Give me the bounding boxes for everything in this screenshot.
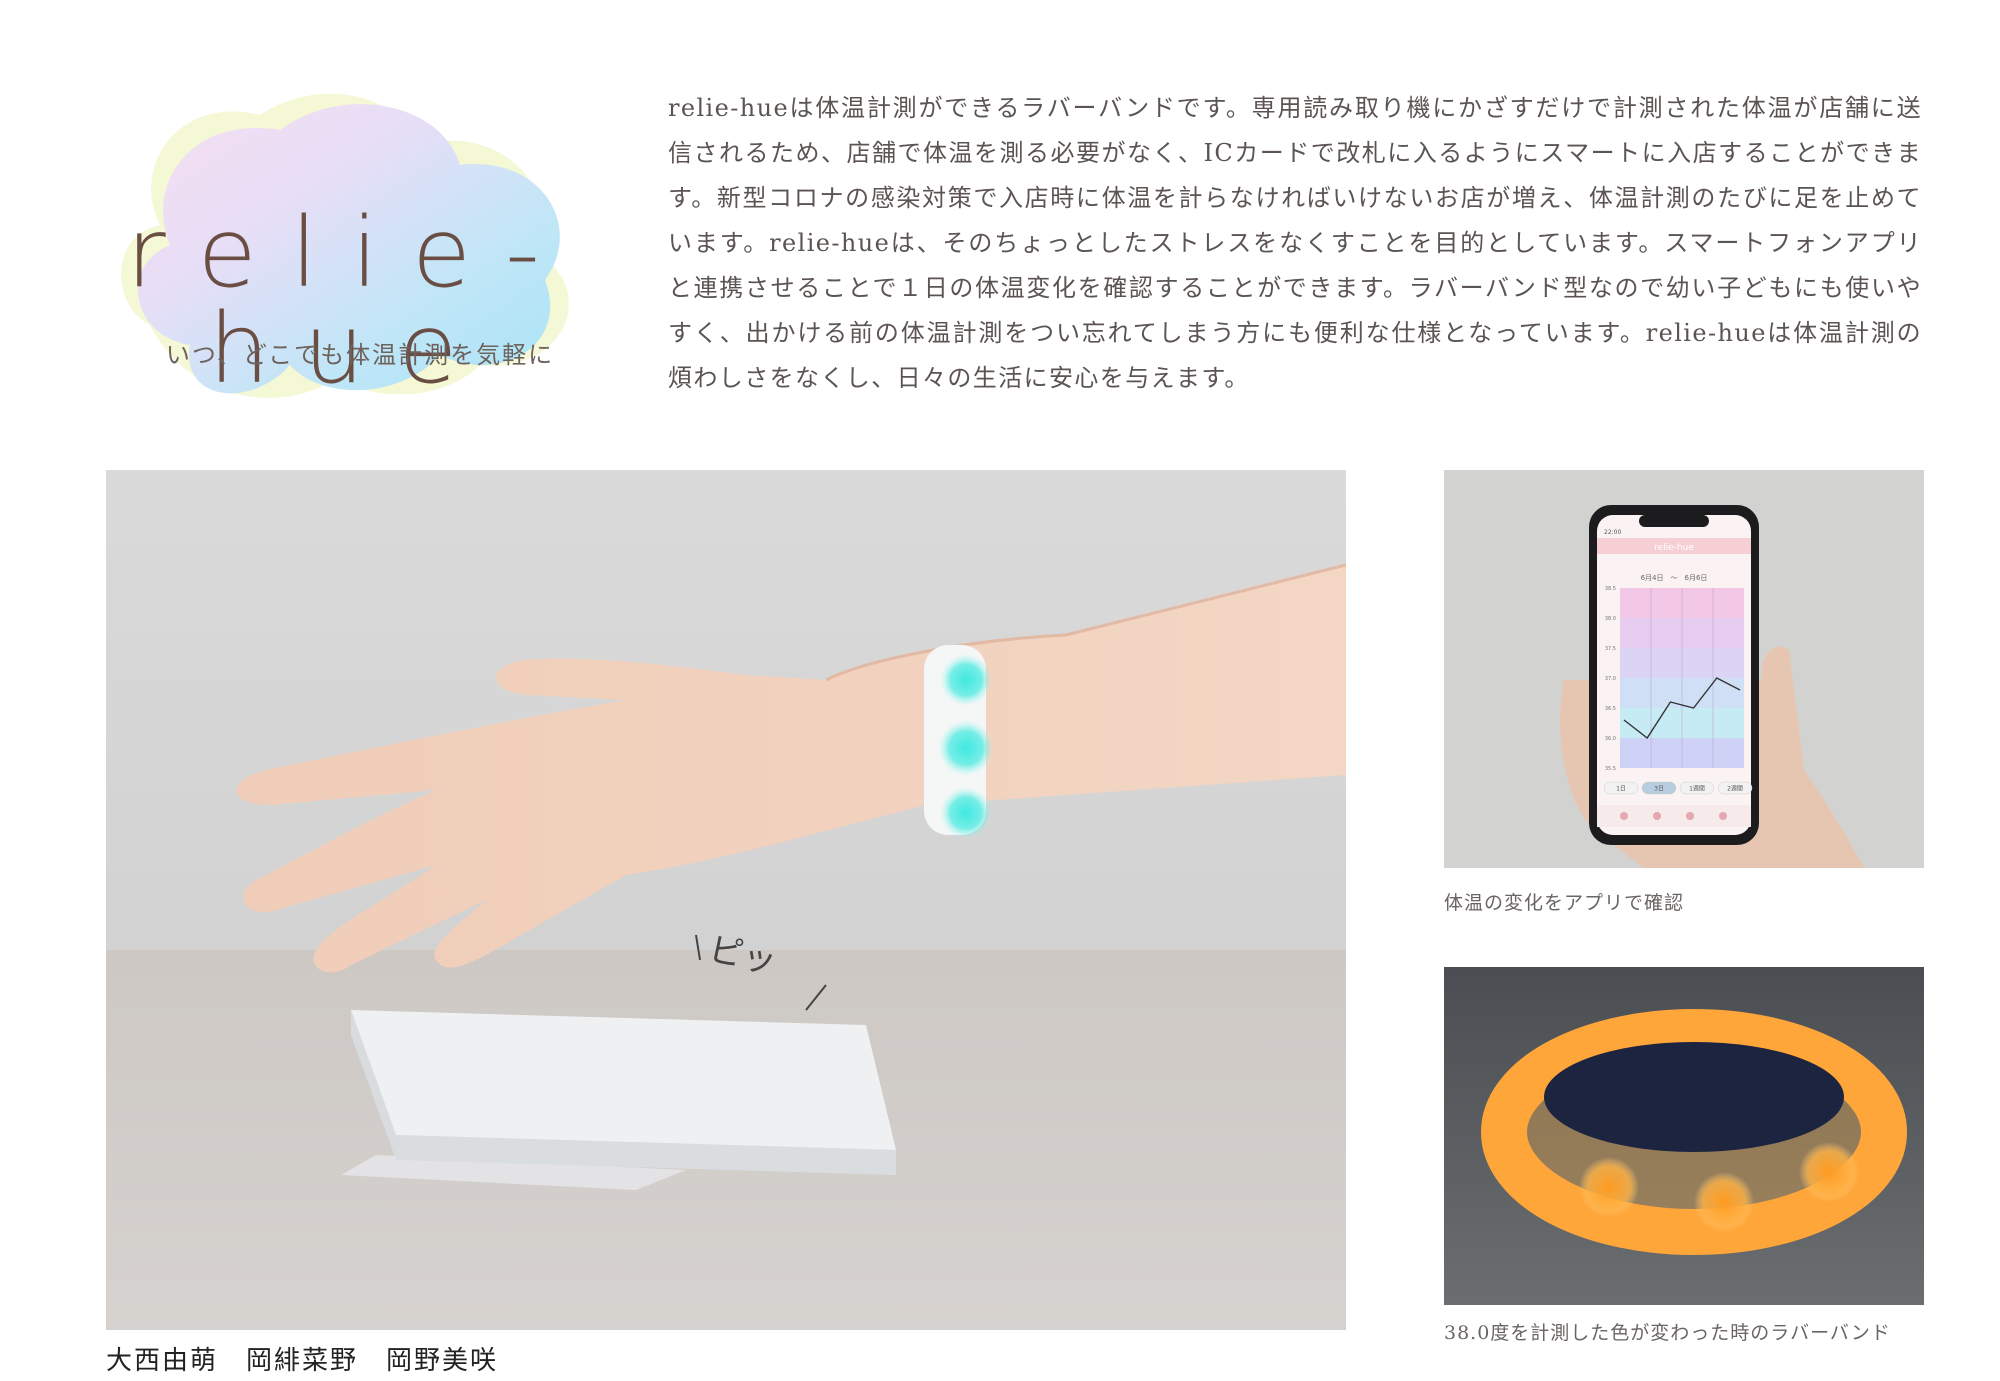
band-led: [1799, 1142, 1859, 1202]
chart-y-label: 37.0: [1605, 676, 1616, 682]
range-button-label: 2週間: [1727, 785, 1743, 793]
band-led: [940, 787, 992, 839]
brand-logo: relie-hue いつ、どこでも体温計測を気軽に: [40, 55, 640, 435]
band-photo-caption: 38.0度を計測した色が変わった時のラバーバンド: [1444, 1322, 1891, 1344]
product-description: relie-hueは体温計測ができるラバーバンドです。専用読み取り機にかざすだけ…: [668, 94, 1922, 392]
band-photo: [1444, 967, 1924, 1305]
range-button-label: 1週間: [1689, 785, 1705, 793]
band-led: [1694, 1172, 1754, 1232]
chart-icon: [1653, 812, 1661, 820]
band-led: [938, 720, 994, 776]
hand-scan-illustration: ピッ: [106, 470, 1346, 1330]
app-date-range: 6月4日 〜 6月6日: [1641, 574, 1708, 582]
phone-time: 22:00: [1604, 529, 1621, 536]
calendar-icon: [1719, 812, 1727, 820]
reader-device: [351, 1010, 896, 1150]
chart-y-label: 36.0: [1605, 736, 1616, 742]
author-credits: 大西由萌 岡緋菜野 岡野美咲: [106, 1346, 499, 1376]
app-photo: 22:00 relie-hue 6月4日 〜 6月6日 38.5 38.0 37.5…: [1444, 470, 1924, 868]
orange-band-illustration: [1444, 967, 1924, 1305]
band-led: [1579, 1157, 1639, 1217]
chart-y-label: 38.0: [1605, 616, 1616, 622]
chart-y-label: 38.5: [1605, 586, 1616, 592]
range-button-label: 1日: [1616, 786, 1626, 793]
chart-y-label: 35.5: [1605, 766, 1616, 772]
home-icon: [1620, 812, 1628, 820]
band-led: [940, 654, 992, 706]
logo-tagline: いつ、どこでも体温計測を気軽に: [165, 341, 555, 369]
temperature-chart: 38.5 38.0 37.5 37.0 36.5 36.0 35.5: [1605, 586, 1744, 772]
main-photo-hand-over-reader: ピッ: [106, 470, 1346, 1330]
app-title: relie-hue: [1654, 543, 1694, 553]
phone-app-illustration: 22:00 relie-hue 6月4日 〜 6月6日 38.5 38.0 37.5…: [1444, 470, 1924, 868]
app-photo-caption: 体温の変化をアプリで確認: [1444, 892, 1685, 914]
chart-y-label: 37.5: [1605, 646, 1616, 652]
range-button-label: 3日: [1654, 786, 1664, 793]
settings-icon: [1686, 812, 1694, 820]
chart-y-label: 36.5: [1605, 706, 1616, 712]
